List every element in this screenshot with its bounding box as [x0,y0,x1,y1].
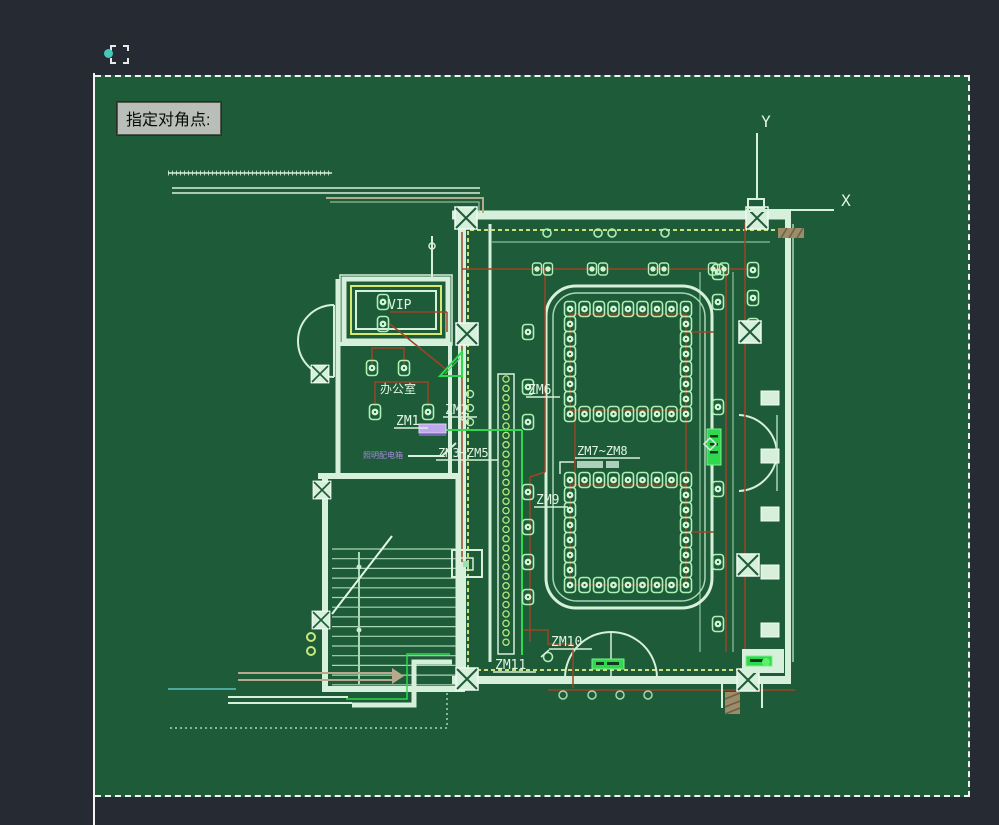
hatch-circle [503,526,509,532]
northwest-corridor-lines [168,173,483,279]
hatch-circle [503,498,509,504]
ucs-icon: Y X [748,112,851,211]
hatch-circle [503,602,509,608]
vip-label: VIP [388,298,412,313]
lamp-symbol [523,415,534,430]
lamp-symbol [637,407,648,422]
hatch-circle [503,451,509,457]
lamp-symbol [713,617,724,632]
lamp-symbol [523,325,534,340]
hatch-circle [503,564,509,570]
window-column [761,565,779,579]
window-column [761,507,779,521]
window-column [761,391,779,405]
drawing-viewport[interactable]: VIP 办公室 ZM1 ZM2 ZM3~ZM5 ZM6 ZM7~ZM8 ZM9 … [95,75,970,797]
hatch-circle [503,630,509,636]
hatch-circle [503,573,509,579]
selection-pickbox-icon [110,45,129,64]
hatch-circle [503,432,509,438]
ucs-y-label: Y [761,112,771,131]
hatch-circle [503,376,509,382]
column-xbox [737,554,759,576]
hatch-circle [503,639,509,645]
hatch-circle [503,620,509,626]
office-label: 办公室 [380,381,416,396]
column-xbox [313,481,331,499]
hatch-circle [503,395,509,401]
hatch-circle [503,592,509,598]
hatched-block-northeast [778,228,804,238]
lamp-symbol [423,405,434,420]
column-xbox [312,611,330,629]
command-prompt-tooltip: 指定对角点: [117,102,221,135]
hatch-circle [503,385,509,391]
lamp-symbol [713,482,724,497]
lamp-symbol [370,405,381,420]
hatch-circle [503,536,509,542]
lamp-symbol [523,485,534,500]
lamp-symbol [608,407,619,422]
lamp-symbol [748,263,759,278]
lamp-symbol [652,407,663,422]
lamp-symbol [666,407,677,422]
lamp-symbol [579,407,590,422]
hatch-circle [503,414,509,420]
lamp-symbol [523,555,534,570]
hatch-circle [503,470,509,476]
inner-room [546,286,712,608]
hatch-circle [503,404,509,410]
column-xbox [456,668,478,690]
hatch-circle [503,517,509,523]
lamp-symbol [713,555,724,570]
column-xbox [311,365,329,383]
exit-sign-south [592,659,624,669]
hatch-circle [503,442,509,448]
hatch-circle [503,489,509,495]
column-xbox [456,323,478,345]
zm2-label: ZM2 [445,403,468,418]
exit-sign-southeast [742,649,784,673]
zm11-label: ZM11 [495,658,526,673]
lamp-symbol [748,291,759,306]
hatch-circle [503,479,509,485]
circle-hatch-partition [498,374,514,654]
cad-window: VIP 办公室 ZM1 ZM2 ZM3~ZM5 ZM6 ZM7~ZM8 ZM9 … [0,0,999,825]
command-area [0,0,999,75]
hatch-circle [503,611,509,617]
small-fixture-circles [467,229,670,426]
window-column [761,623,779,637]
column-xbox [739,321,761,343]
zm9-label: ZM9 [536,493,559,508]
zm10-label: ZM10 [551,635,582,650]
panel-label: 照明配电箱 [363,450,403,460]
hatch-circle [503,555,509,561]
zm7-8-label: ZM7~ZM8 [577,444,628,458]
lamp-symbol [594,407,605,422]
window-column [761,449,779,463]
hatch-circle [503,583,509,589]
hatch-circle [503,508,509,514]
zm1-label: ZM1 [396,414,419,429]
command-prompt-text: 指定对角点: [126,112,210,129]
hatch-circle [503,423,509,429]
hatch-circle [503,461,509,467]
hatch-circle [503,545,509,551]
zm3-5-label: ZM3~ZM5 [438,446,489,460]
lamp-symbol [623,407,634,422]
ucs-x-label: X [841,191,851,210]
lamp-symbol [713,400,724,415]
zm6-label: ZM6 [528,383,551,398]
floor-plan-svg: VIP 办公室 ZM1 ZM2 ZM3~ZM5 ZM6 ZM7~ZM8 ZM9 … [95,77,970,799]
column-xbox [455,207,477,229]
lamp-symbol [523,590,534,605]
lamp-symbol [523,520,534,535]
lamp-symbol [378,295,389,310]
fixture-circle [661,229,669,237]
lamp-symbol [713,295,724,310]
